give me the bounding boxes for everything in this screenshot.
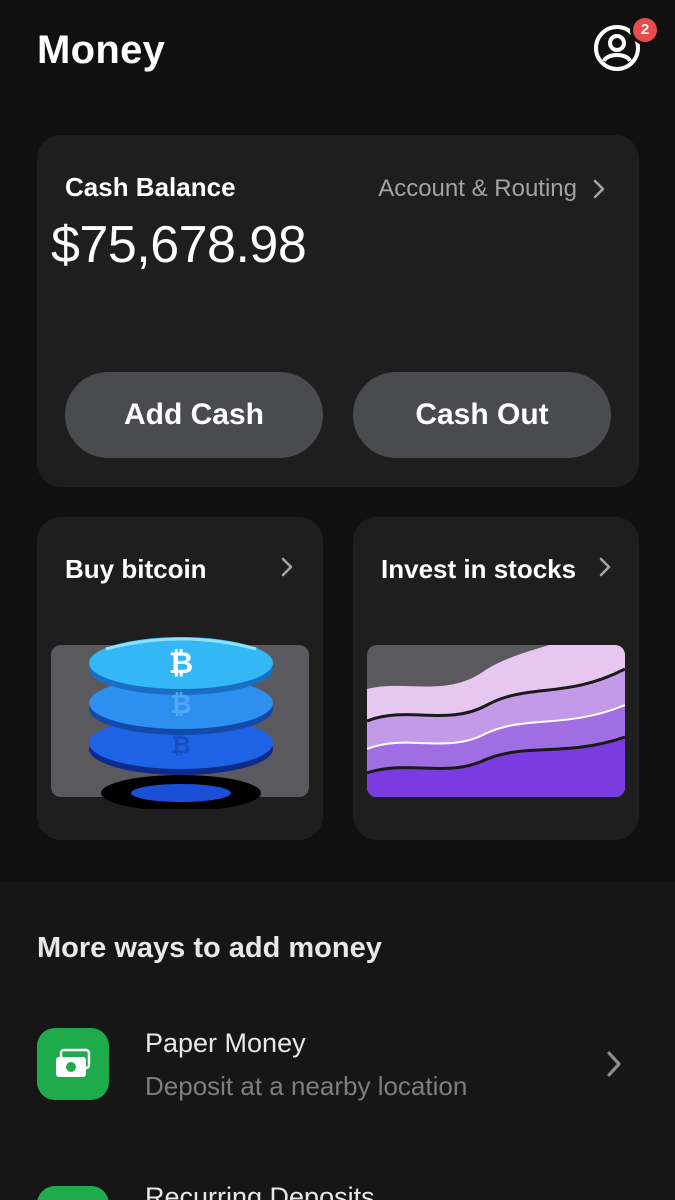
- list-item-paper-money[interactable]: Paper Money Deposit at a nearby location: [0, 1020, 675, 1116]
- list-item-recurring-deposits[interactable]: Recurring Deposits: [0, 1180, 675, 1200]
- stocks-wave-illustration: [367, 645, 625, 797]
- cash-balance-amount: $75,678.98: [51, 216, 307, 274]
- buy-bitcoin-tile[interactable]: Buy bitcoin ₿ ₿ ₿: [37, 517, 323, 840]
- svg-text:₿: ₿: [171, 731, 191, 759]
- add-cash-button[interactable]: Add Cash: [65, 372, 323, 458]
- cash-out-button[interactable]: Cash Out: [353, 372, 611, 458]
- chevron-right-icon: [281, 557, 293, 577]
- paper-money-subtitle: Deposit at a nearby location: [145, 1071, 468, 1101]
- svg-text:₿: ₿: [170, 690, 191, 720]
- chevron-right-icon: [607, 1051, 621, 1077]
- profile-button[interactable]: 2: [593, 18, 657, 72]
- buy-bitcoin-label: Buy bitcoin: [65, 554, 207, 584]
- chevron-right-icon: [599, 557, 611, 577]
- account-routing-label: Account & Routing: [378, 175, 577, 202]
- svg-text:₿: ₿: [169, 646, 193, 681]
- money-screen: Money 2 Cash Balance $75,678.98 Account …: [0, 0, 675, 1200]
- cash-balance-card: Cash Balance $75,678.98 Account & Routin…: [37, 135, 639, 487]
- invest-in-stocks-tile[interactable]: Invest in stocks: [353, 517, 639, 840]
- more-ways-heading: More ways to add money: [37, 932, 382, 964]
- notification-badge: 2: [633, 18, 657, 42]
- recurring-icon: [37, 1186, 109, 1200]
- page-title: Money: [37, 28, 166, 72]
- account-routing-link[interactable]: Account & Routing: [378, 175, 605, 203]
- paper-money-title: Paper Money: [145, 1028, 306, 1058]
- cash-balance-label: Cash Balance: [65, 172, 236, 202]
- bitcoin-stack-illustration: ₿ ₿ ₿: [51, 637, 309, 809]
- invest-in-stocks-label: Invest in stocks: [381, 554, 577, 584]
- recurring-deposits-title: Recurring Deposits: [145, 1182, 375, 1200]
- chevron-right-icon: [593, 179, 605, 199]
- cash-bill-icon: [37, 1028, 109, 1100]
